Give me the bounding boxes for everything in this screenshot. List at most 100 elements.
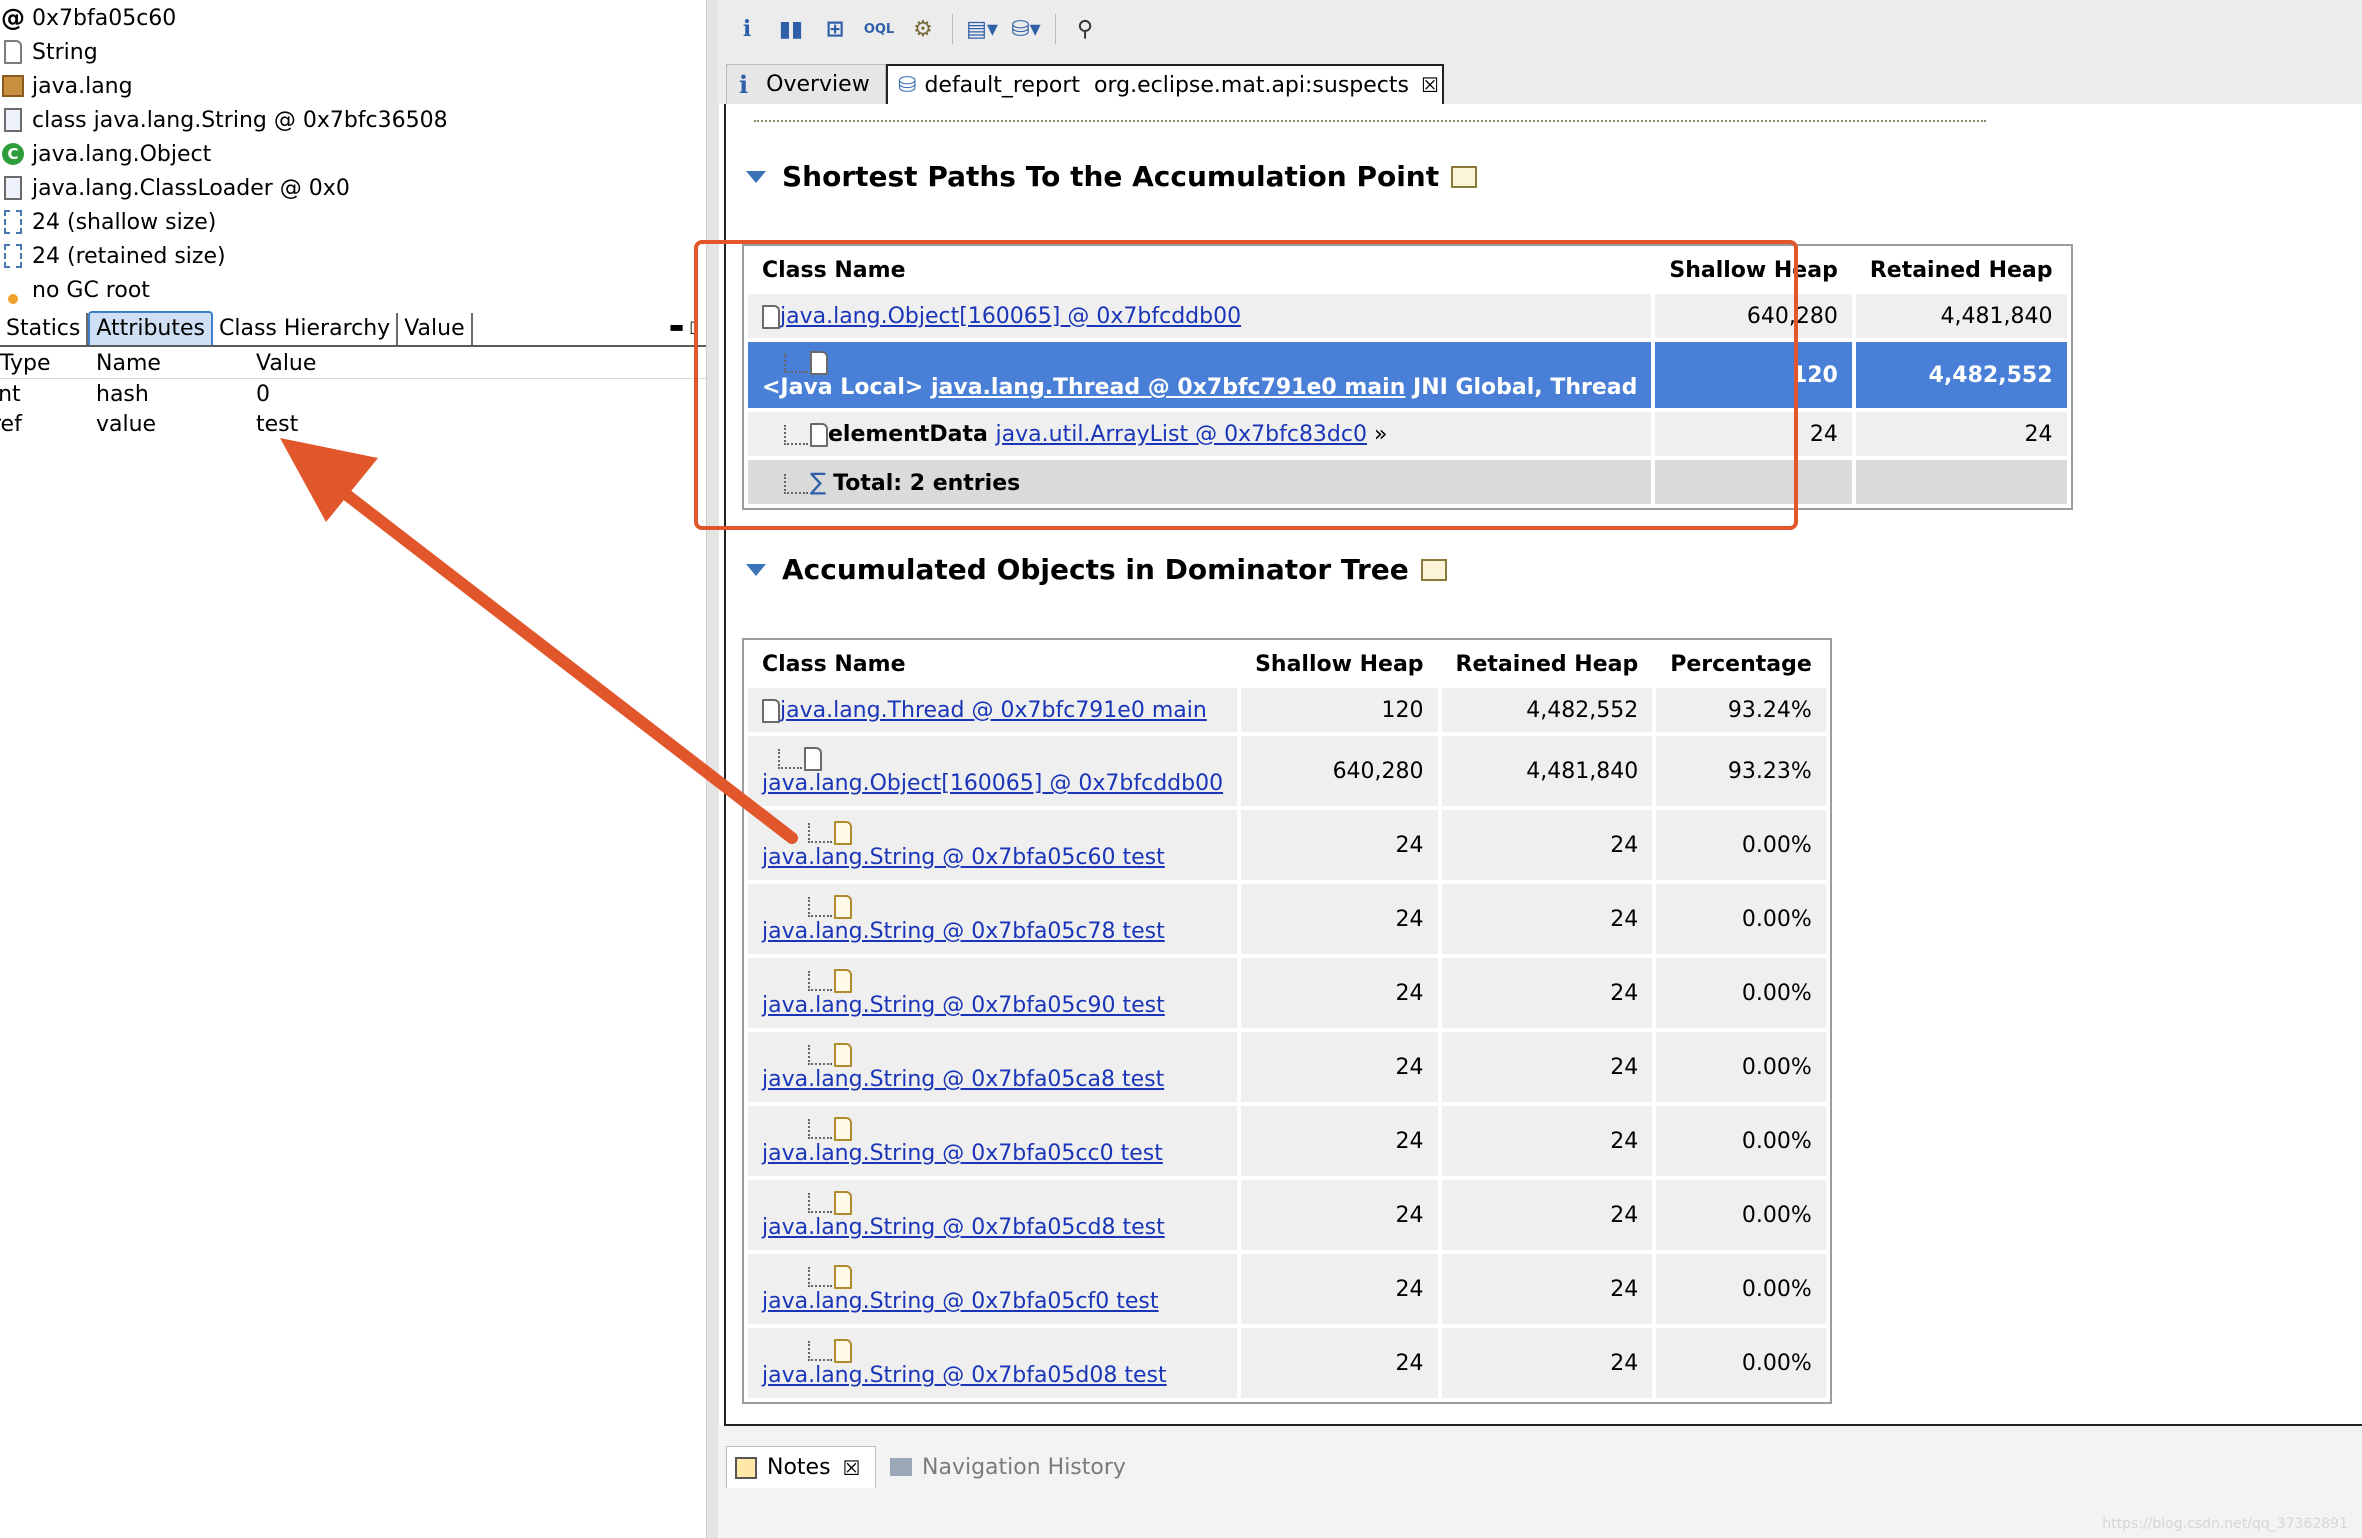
shallow-size-icon bbox=[0, 209, 26, 235]
percentage-cell: 0.00% bbox=[1656, 1254, 1826, 1324]
column-retained-heap[interactable]: Retained Heap bbox=[1442, 644, 1653, 684]
editor-toolbar: i ▮▮ ⊞ OQL ⚙ ▤▾ ⛁▾ ⚲ bbox=[718, 0, 2362, 59]
tree-connector bbox=[808, 1267, 832, 1287]
thread-overview-icon[interactable]: ⚙ bbox=[908, 14, 938, 44]
package-icon bbox=[0, 73, 26, 99]
shallow-size-row: 24 (shallow size) bbox=[0, 205, 216, 239]
table-row[interactable]: java.lang.Thread @ 0x7bfc791e0 main 120 … bbox=[748, 688, 1826, 732]
tab-overview[interactable]: i Overview bbox=[726, 64, 886, 104]
dotted-divider bbox=[754, 108, 1986, 122]
table-row[interactable]: java.lang.String @ 0x7bfa05cd8 test 24 2… bbox=[748, 1180, 1826, 1250]
string-icon bbox=[834, 1265, 852, 1289]
attribute-row[interactable]: int hash 0 bbox=[0, 379, 706, 409]
percentage-cell: 0.00% bbox=[1656, 810, 1826, 880]
tab-statics[interactable]: Statics bbox=[0, 313, 89, 345]
object-link[interactable]: java.lang.String @ 0x7bfa05cf0 test bbox=[762, 1289, 1159, 1314]
tab-default-report[interactable]: ⛁ default_report org.eclipse.mat.api:sus… bbox=[886, 64, 1444, 104]
object-link[interactable]: java.lang.String @ 0x7bfa05cc0 test bbox=[762, 1141, 1163, 1166]
tab-attributes[interactable]: Attributes bbox=[88, 311, 213, 345]
attribute-type: ref bbox=[0, 411, 22, 437]
object-link[interactable]: java.lang.Object[160065] @ 0x7bfcddb00 bbox=[762, 771, 1223, 796]
header-type[interactable]: Type bbox=[0, 351, 92, 376]
tab-value[interactable]: Value bbox=[398, 313, 473, 345]
section-accumulated-objects-title[interactable]: Accumulated Objects in Dominator Tree bbox=[746, 553, 1447, 586]
attribute-value: test bbox=[256, 411, 299, 437]
object-link[interactable]: java.lang.String @ 0x7bfa05d08 test bbox=[762, 1363, 1167, 1388]
attribute-name: value bbox=[96, 411, 157, 437]
shallow-heap-cell: 120 bbox=[1241, 688, 1438, 732]
toolbar-separator bbox=[1055, 14, 1056, 44]
column-percentage[interactable]: Percentage bbox=[1656, 644, 1826, 684]
tab-navigation-history[interactable]: Navigation History bbox=[890, 1446, 1126, 1488]
attribute-value: 0 bbox=[256, 381, 270, 407]
open-in-editor-icon[interactable] bbox=[1451, 165, 1478, 188]
array-icon bbox=[804, 747, 822, 771]
retained-heap-cell: 24 bbox=[1441, 810, 1653, 880]
close-icon[interactable]: ☒ bbox=[843, 1456, 861, 1480]
close-icon[interactable]: ☒ bbox=[1421, 73, 1439, 97]
object-link[interactable]: java.lang.String @ 0x7bfa05c78 test bbox=[762, 919, 1165, 944]
table-row[interactable]: java.lang.String @ 0x7bfa05cf0 test 24 2… bbox=[748, 1254, 1826, 1324]
class-icon: C bbox=[0, 141, 26, 167]
table-row[interactable]: java.lang.String @ 0x7bfa05c78 test 24 2… bbox=[748, 884, 1826, 954]
section-shortest-paths-title[interactable]: Shortest Paths To the Accumulation Point bbox=[746, 160, 1478, 193]
percentage-cell: 0.00% bbox=[1656, 884, 1826, 954]
navigation-history-icon bbox=[890, 1458, 912, 1476]
tab-class-hierarchy[interactable]: Class Hierarchy bbox=[213, 313, 399, 345]
file-icon bbox=[0, 39, 26, 65]
class-name-cell: java.lang.Thread @ 0x7bfc791e0 main bbox=[748, 688, 1238, 732]
annotation-highlight-box bbox=[694, 240, 1798, 530]
tree-connector bbox=[808, 823, 832, 843]
inspector-panel: @ 0x7bfa05c60 String java.lang class jav… bbox=[0, 0, 706, 1538]
object-link[interactable]: java.lang.String @ 0x7bfa05c60 test bbox=[762, 845, 1165, 870]
percentage-cell: 0.00% bbox=[1656, 958, 1826, 1028]
header-name[interactable]: Name bbox=[96, 351, 161, 376]
tree-connector bbox=[808, 1119, 832, 1139]
column-shallow-heap[interactable]: Shallow Heap bbox=[1241, 644, 1437, 684]
table-row[interactable]: java.lang.Object[160065] @ 0x7bfcddb00 6… bbox=[748, 736, 1826, 806]
gc-root-icon bbox=[0, 277, 26, 304]
attribute-row[interactable]: ref value test bbox=[0, 409, 706, 439]
class-object-row: class java.lang.String @ 0x7bfc36508 bbox=[0, 103, 448, 137]
object-link[interactable]: java.lang.String @ 0x7bfa05c90 test bbox=[762, 993, 1165, 1018]
column-class-name[interactable]: Class Name bbox=[748, 644, 1237, 684]
header-value[interactable]: Value bbox=[256, 351, 316, 376]
shallow-heap-cell: 24 bbox=[1241, 958, 1438, 1028]
retained-heap-cell: 4,482,552 bbox=[1441, 688, 1653, 732]
object-link[interactable]: java.lang.String @ 0x7bfa05cd8 test bbox=[762, 1215, 1165, 1240]
shallow-heap-cell: 24 bbox=[1241, 1254, 1438, 1324]
tree-connector bbox=[808, 1193, 832, 1213]
table-row[interactable]: java.lang.String @ 0x7bfa05c90 test 24 2… bbox=[748, 958, 1826, 1028]
toolbar-separator bbox=[952, 14, 953, 44]
oql-icon[interactable]: OQL bbox=[864, 14, 894, 44]
tab-notes[interactable]: Notes ☒ bbox=[726, 1446, 876, 1488]
retained-heap-cell: 4,481,840 bbox=[1441, 736, 1653, 806]
object-link[interactable]: java.lang.String @ 0x7bfa05ca8 test bbox=[762, 1067, 1164, 1092]
table-row[interactable]: java.lang.String @ 0x7bfa05c60 test 24 2… bbox=[748, 810, 1826, 880]
table-row[interactable]: java.lang.String @ 0x7bfa05cc0 test 24 2… bbox=[748, 1106, 1826, 1176]
class-object-icon bbox=[0, 107, 26, 133]
query-browser-icon[interactable]: ⛁▾ bbox=[1011, 14, 1041, 44]
retained-heap-cell: 24 bbox=[1441, 1032, 1653, 1102]
open-in-editor-icon[interactable] bbox=[1420, 558, 1447, 581]
table-row[interactable]: java.lang.String @ 0x7bfa05ca8 test 24 2… bbox=[748, 1032, 1826, 1102]
info-icon[interactable]: i bbox=[732, 14, 762, 44]
percentage-cell: 0.00% bbox=[1656, 1106, 1826, 1176]
panel-splitter[interactable] bbox=[706, 0, 719, 1538]
class-name-cell: java.lang.String @ 0x7bfa05d08 test bbox=[748, 1328, 1238, 1398]
tree-connector bbox=[808, 1045, 832, 1065]
dominator-tree-icon[interactable]: ⊞ bbox=[820, 14, 850, 44]
search-icon[interactable]: ⚲ bbox=[1070, 14, 1100, 44]
shallow-heap-cell: 640,280 bbox=[1241, 736, 1438, 806]
editor-tab-bar: i Overview ⛁ default_report org.eclipse.… bbox=[718, 58, 2362, 104]
retained-size-icon bbox=[0, 243, 26, 269]
retained-heap-cell: 24 bbox=[1855, 412, 2067, 456]
collapse-triangle-icon[interactable] bbox=[746, 563, 766, 576]
run-report-icon[interactable]: ▤▾ bbox=[966, 14, 998, 44]
object-address-row: @ 0x7bfa05c60 bbox=[1, 4, 177, 32]
object-link[interactable]: java.lang.Thread @ 0x7bfc791e0 main bbox=[780, 698, 1207, 723]
column-retained-heap[interactable]: Retained Heap bbox=[1856, 250, 2067, 290]
collapse-triangle-icon[interactable] bbox=[746, 170, 766, 183]
table-row[interactable]: java.lang.String @ 0x7bfa05d08 test 24 2… bbox=[748, 1328, 1826, 1398]
histogram-icon[interactable]: ▮▮ bbox=[776, 14, 806, 44]
